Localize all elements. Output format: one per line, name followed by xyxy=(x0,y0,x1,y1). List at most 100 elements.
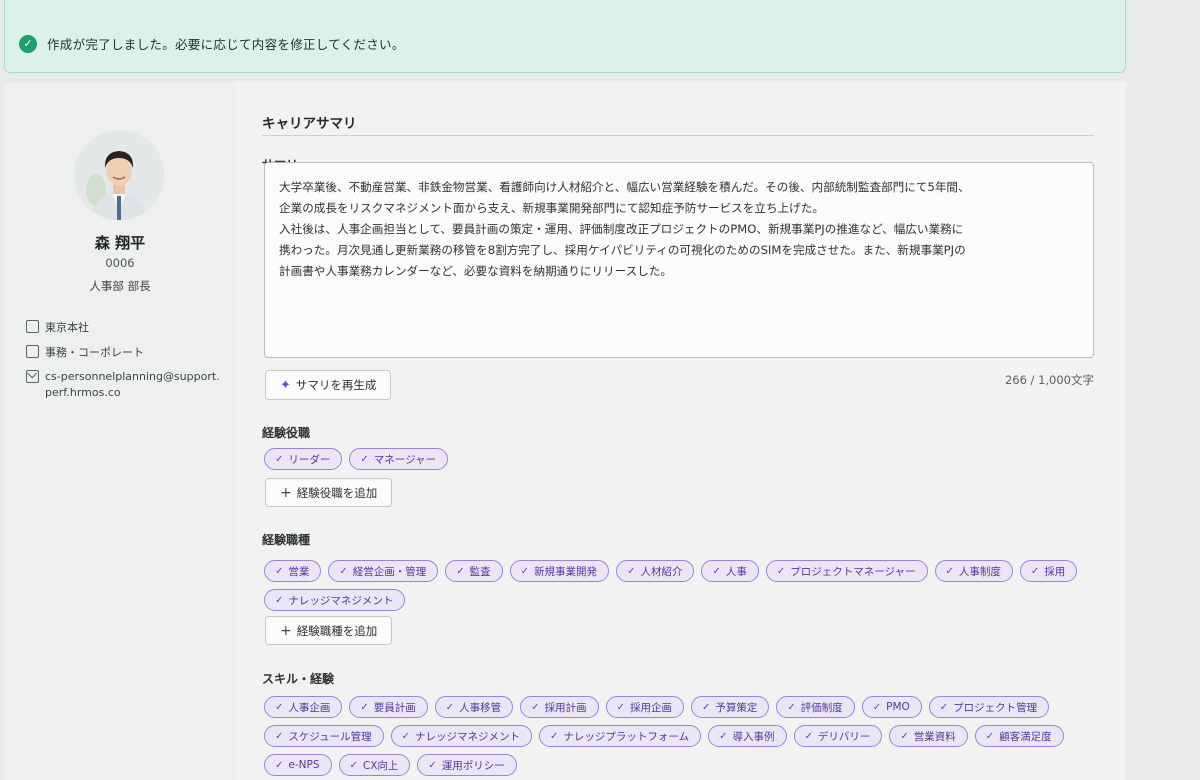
check-icon: ✓ xyxy=(275,730,284,742)
tag-chip[interactable]: ✓ ナレッジマネジメント xyxy=(390,725,533,747)
tag-label: 導入事例 xyxy=(732,730,775,743)
office-text: 東京本社 xyxy=(45,321,89,334)
check-icon: ✓ xyxy=(627,565,636,577)
tag-chip[interactable]: ✓ 監査 xyxy=(445,560,503,582)
tag-chip[interactable]: ✓ 新規事業開発 xyxy=(509,560,610,582)
office-row: 東京本社 xyxy=(26,319,89,335)
check-icon: ✓ xyxy=(872,701,882,713)
building-icon xyxy=(26,320,39,333)
tag-chip[interactable]: ✓ スケジュール管理 xyxy=(264,725,384,747)
sparkle-icon: ✦ xyxy=(280,377,291,393)
check-icon: ✓ xyxy=(985,730,995,742)
tag-chip[interactable]: ✓ 要員計画 xyxy=(349,696,428,718)
tag-label: 人事 xyxy=(725,565,747,578)
tag-chip[interactable]: ✓ 営業 xyxy=(264,560,322,582)
plus-icon: + xyxy=(280,484,292,501)
check-icon: ✓ xyxy=(349,759,358,771)
tag-label: 予算策定 xyxy=(715,701,758,714)
job-types-tag-list: ✓ 営業 ✓ 経営企画・管理 ✓ 監査 ✓ 新規事業開発 ✓ 人材紹介 ✓ 人事 ✓ プロジェクトマネージ… xyxy=(264,560,1094,611)
tag-chip[interactable]: ✓ 導入事例 xyxy=(708,725,787,747)
tag-chip[interactable]: ✓ e-NPS xyxy=(264,754,332,776)
banner-row: ✓ 作成が完了しました。必要に応じて内容を修正してください。 xyxy=(19,34,405,53)
tag-chip[interactable]: ✓ 人事移管 xyxy=(434,696,514,718)
tag-label: 要員計画 xyxy=(373,701,416,714)
tag-label: ナレッジプラットフォーム xyxy=(563,730,690,743)
tag-label: CX向上 xyxy=(362,759,399,772)
check-icon: ✓ xyxy=(939,701,949,713)
tag-chip[interactable]: ✓ 営業資料 xyxy=(889,725,968,747)
mail-icon xyxy=(26,370,39,383)
tag-label: スケジュール管理 xyxy=(288,730,372,743)
section-divider xyxy=(262,135,1094,136)
tag-chip[interactable]: ✓ 運用ポリシー xyxy=(417,754,517,776)
avatar-portrait xyxy=(74,130,164,220)
regenerate-label: サマリを再生成 xyxy=(295,378,377,392)
tag-label: 新規事業開発 xyxy=(534,565,598,578)
success-banner: ✓ 作成が完了しました。必要に応じて内容を修正してください。 xyxy=(4,0,1126,73)
employee-id: 0006 xyxy=(105,256,135,270)
check-icon: ✓ xyxy=(719,730,728,742)
tag-chip[interactable]: ✓ プロジェクトマネージャー xyxy=(765,560,928,582)
check-icon: ✓ xyxy=(445,701,455,713)
profile-sidebar: 森 翔平 0006 人事部 部長 東京本社 事務・コーポレート cs-perso… xyxy=(4,82,236,780)
tag-label: 人事企画 xyxy=(288,701,331,714)
tag-chip[interactable]: ✓ 予算策定 xyxy=(690,696,770,718)
check-icon: ✓ xyxy=(701,701,711,713)
tag-chip[interactable]: ✓ 人事制度 xyxy=(934,560,1013,582)
section-title: キャリアサマリ xyxy=(262,116,357,132)
tag-label: リーダー xyxy=(288,453,331,466)
check-icon: ✓ xyxy=(275,701,284,713)
tag-chip[interactable]: ✓ マネージャー xyxy=(349,448,449,470)
tag-chip[interactable]: ✓ 採用計画 xyxy=(520,696,599,718)
tag-chip[interactable]: ✓ デリバリー xyxy=(793,725,883,747)
job-types-label: 経験職種 xyxy=(262,533,311,547)
skills-tag-list: ✓ 人事企画 ✓ 要員計画 ✓ 人事移管 ✓ 採用計画 ✓ 採用企画 ✓ 予算策定 ✓ 評価制度 ✓ PMO ✓… xyxy=(264,696,1094,776)
check-icon: ✓ xyxy=(401,730,411,742)
add-role-button[interactable]: + 経験役職を追加 xyxy=(265,478,393,507)
avatar xyxy=(74,130,164,220)
banner-message: 作成が完了しました。必要に応じて内容を修正してください。 xyxy=(47,37,405,52)
tag-chip[interactable]: ✓ 顧客満足度 xyxy=(974,725,1064,747)
add-job-type-button[interactable]: + 経験職種を追加 xyxy=(265,616,393,645)
tag-chip[interactable]: ✓ プロジェクト管理 xyxy=(928,696,1050,718)
check-icon: ✓ xyxy=(275,759,284,771)
check-icon: ✓ xyxy=(339,565,348,577)
check-icon: ✓ xyxy=(456,565,465,577)
check-icon: ✓ xyxy=(275,594,284,606)
tag-label: e-NPS xyxy=(288,759,320,771)
check-icon: ✓ xyxy=(531,701,540,713)
tag-label: 人事制度 xyxy=(958,565,1001,578)
tag-chip[interactable]: ✓ 評価制度 xyxy=(776,696,855,718)
tag-chip[interactable]: ✓ リーダー xyxy=(264,448,343,470)
tag-chip[interactable]: ✓ ナレッジマネジメント xyxy=(264,589,406,611)
check-icon: ✓ xyxy=(275,453,284,465)
tag-label: マネージャー xyxy=(373,453,437,466)
tag-label: 運用ポリシー xyxy=(441,759,505,772)
plus-icon: + xyxy=(280,622,292,639)
check-icon: ✓ xyxy=(900,730,909,742)
tag-label: 採用 xyxy=(1044,565,1066,578)
tag-chip[interactable]: ✓ 採用 xyxy=(1019,560,1078,582)
char-count: 266 / 1,000文字 xyxy=(1004,373,1094,387)
tag-chip[interactable]: ✓ ナレッジプラットフォーム xyxy=(539,725,702,747)
tag-label: 顧客満足度 xyxy=(999,730,1052,743)
tag-chip[interactable]: ✓ 採用企画 xyxy=(605,696,684,718)
regenerate-summary-button[interactable]: ✦ サマリを再生成 xyxy=(265,370,392,400)
check-icon: ✓ xyxy=(776,565,786,577)
department-row: 事務・コーポレート xyxy=(26,344,144,360)
tag-chip[interactable]: ✓ 人材紹介 xyxy=(616,560,695,582)
tag-chip[interactable]: ✓ 経営企画・管理 xyxy=(328,560,439,582)
tag-chip[interactable]: ✓ 人事 xyxy=(701,560,759,582)
tag-label: 評価制度 xyxy=(800,701,843,714)
check-icon: ✓ xyxy=(712,565,721,577)
tag-label: 営業 xyxy=(288,565,310,578)
career-main: キャリアサマリ サマリ 大学卒業後、不動産営業、非鉄金物営業、看護師向け人材紹介… xyxy=(236,82,1126,780)
tag-chip[interactable]: ✓ PMO xyxy=(861,696,922,718)
summary-textarea[interactable]: 大学卒業後、不動産営業、非鉄金物営業、看護師向け人材紹介と、幅広い営業経験を積ん… xyxy=(264,162,1094,358)
tag-chip[interactable]: ✓ CX向上 xyxy=(338,754,411,776)
check-icon: ✓ xyxy=(1030,565,1040,577)
check-icon: ✓ xyxy=(787,701,796,713)
tag-chip[interactable]: ✓ 人事企画 xyxy=(264,696,343,718)
email-text[interactable]: cs-personnelplanning@support.perf.hrmos.… xyxy=(45,369,225,401)
profile-role: 人事部 部長 xyxy=(89,279,151,293)
